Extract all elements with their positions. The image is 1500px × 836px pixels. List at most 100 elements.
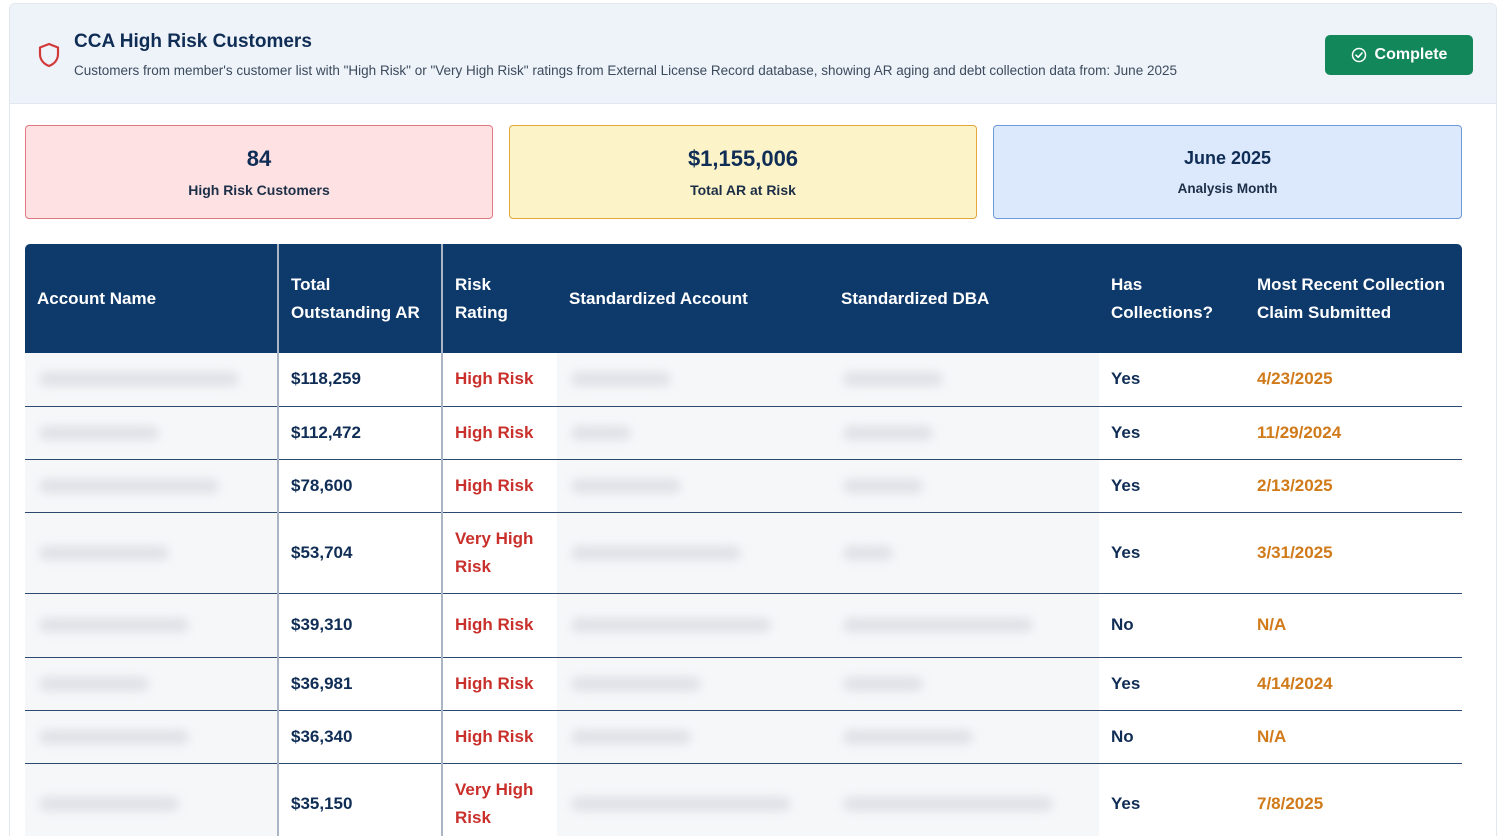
risk-rating-cell: High Risk — [441, 406, 557, 460]
redacted-text — [571, 676, 701, 691]
account-name-cell — [25, 512, 278, 594]
account-name-cell — [25, 593, 278, 658]
total-ar-cell: $53,704 — [277, 512, 442, 594]
redacted-text — [843, 676, 923, 691]
standardized-account-cell — [557, 406, 829, 460]
table-row[interactable]: $39,310 High Risk No N/A — [25, 593, 1462, 658]
redacted-text — [843, 545, 893, 560]
risk-rating-cell: High Risk — [441, 657, 557, 711]
column-header-total-ar[interactable]: Total Outstanding AR — [277, 244, 442, 353]
has-collections-cell: Yes — [1099, 657, 1245, 711]
has-collections-cell: Yes — [1099, 353, 1245, 407]
account-name-cell — [25, 657, 278, 711]
redacted-text — [571, 796, 791, 811]
has-collections-cell: Yes — [1099, 763, 1245, 836]
has-collections-cell: No — [1099, 710, 1245, 764]
card-header: CCA High Risk Customers Customers from m… — [10, 4, 1496, 104]
column-header-standardized-account[interactable]: Standardized Account — [557, 244, 829, 353]
stat-label: Total AR at Risk — [690, 182, 796, 198]
risk-rating-cell: High Risk — [441, 459, 557, 513]
redacted-text — [39, 425, 159, 440]
redacted-text — [571, 478, 681, 493]
column-header-has-collections[interactable]: Has Collections? — [1099, 244, 1245, 353]
total-ar-cell: $112,472 — [277, 406, 442, 460]
collection-claim-cell: 2/13/2025 — [1245, 459, 1462, 513]
total-ar-cell: $36,340 — [277, 710, 442, 764]
stat-high-risk-customers: 84 High Risk Customers — [25, 125, 493, 219]
risk-rating-cell: Very High Risk — [441, 763, 557, 836]
risk-rating-cell: Very High Risk — [441, 512, 557, 594]
column-header-standardized-dba[interactable]: Standardized DBA — [829, 244, 1099, 353]
standardized-account-cell — [557, 763, 829, 836]
standardized-account-cell — [557, 593, 829, 658]
has-collections-cell: Yes — [1099, 406, 1245, 460]
standardized-account-cell — [557, 657, 829, 711]
redacted-text — [843, 425, 933, 440]
redacted-text — [39, 729, 189, 744]
stat-label: High Risk Customers — [188, 182, 330, 198]
standardized-dba-cell — [829, 512, 1099, 594]
redacted-text — [571, 372, 671, 387]
check-circle-icon — [1351, 47, 1366, 63]
standardized-dba-cell — [829, 593, 1099, 658]
stat-value: $1,155,006 — [687, 146, 799, 171]
table-row[interactable]: $112,472 High Risk Yes 11/29/2024 — [25, 406, 1462, 460]
standardized-dba-cell — [829, 459, 1099, 513]
stat-label: Analysis Month — [1177, 181, 1278, 196]
standardized-dba-cell — [829, 406, 1099, 460]
redacted-text — [843, 729, 973, 744]
column-header-risk-rating[interactable]: Risk Rating — [441, 244, 557, 353]
redacted-text — [39, 545, 169, 560]
has-collections-cell: Yes — [1099, 512, 1245, 594]
collection-claim-cell: 4/23/2025 — [1245, 353, 1462, 407]
stat-total-ar-at-risk: $1,155,006 Total AR at Risk — [509, 125, 977, 219]
redacted-text — [843, 618, 1033, 632]
total-ar-cell: $118,259 — [277, 353, 442, 407]
has-collections-cell: Yes — [1099, 459, 1245, 513]
standardized-account-cell — [557, 710, 829, 764]
table-header-row: Account Name Total Outstanding AR Risk R… — [25, 244, 1462, 353]
column-header-account-name[interactable]: Account Name — [25, 244, 278, 353]
complete-button-label: Complete — [1374, 46, 1448, 63]
stat-value: June 2025 — [1183, 148, 1272, 168]
total-ar-cell: $35,150 — [277, 763, 442, 836]
account-name-cell — [25, 710, 278, 764]
standardized-dba-cell — [829, 710, 1099, 764]
redacted-text — [571, 729, 691, 744]
collection-claim-cell: 7/8/2025 — [1245, 763, 1462, 836]
has-collections-cell: No — [1099, 593, 1245, 658]
standardized-account-cell — [557, 353, 829, 407]
page-title: CCA High Risk Customers — [74, 31, 312, 52]
redacted-text — [39, 478, 219, 493]
redacted-text — [39, 372, 239, 387]
standardized-account-cell — [557, 459, 829, 513]
total-ar-cell: $78,600 — [277, 459, 442, 513]
redacted-text — [571, 425, 631, 440]
shield-icon — [38, 42, 60, 68]
high-risk-table: Account Name Total Outstanding AR Risk R… — [25, 244, 1462, 836]
collection-claim-cell: N/A — [1245, 710, 1462, 764]
total-ar-cell: $39,310 — [277, 593, 442, 658]
account-name-cell — [25, 459, 278, 513]
redacted-text — [843, 796, 1053, 811]
page-subtitle: Customers from member's customer list wi… — [74, 63, 1177, 78]
collection-claim-cell: 4/14/2024 — [1245, 657, 1462, 711]
collection-claim-cell: 3/31/2025 — [1245, 512, 1462, 594]
account-name-cell — [25, 353, 278, 407]
risk-rating-cell: High Risk — [441, 710, 557, 764]
column-header-collection-claim[interactable]: Most Recent Collection Claim Submitted — [1245, 244, 1462, 353]
table-row[interactable]: $78,600 High Risk Yes 2/13/2025 — [25, 459, 1462, 513]
redacted-text — [843, 372, 943, 387]
table-row[interactable]: $53,704 Very High Risk Yes 3/31/2025 — [25, 512, 1462, 594]
redacted-text — [571, 545, 741, 560]
standardized-dba-cell — [829, 353, 1099, 407]
table-row[interactable]: $36,340 High Risk No N/A — [25, 710, 1462, 764]
account-name-cell — [25, 763, 278, 836]
table-row[interactable]: $118,259 High Risk Yes 4/23/2025 — [25, 353, 1462, 407]
table-row[interactable]: $35,150 Very High Risk Yes 7/8/2025 — [25, 763, 1462, 836]
redacted-text — [571, 618, 771, 632]
standardized-account-cell — [557, 512, 829, 594]
table-row[interactable]: $36,981 High Risk Yes 4/14/2024 — [25, 657, 1462, 711]
complete-button[interactable]: Complete — [1325, 35, 1473, 75]
account-name-cell — [25, 406, 278, 460]
